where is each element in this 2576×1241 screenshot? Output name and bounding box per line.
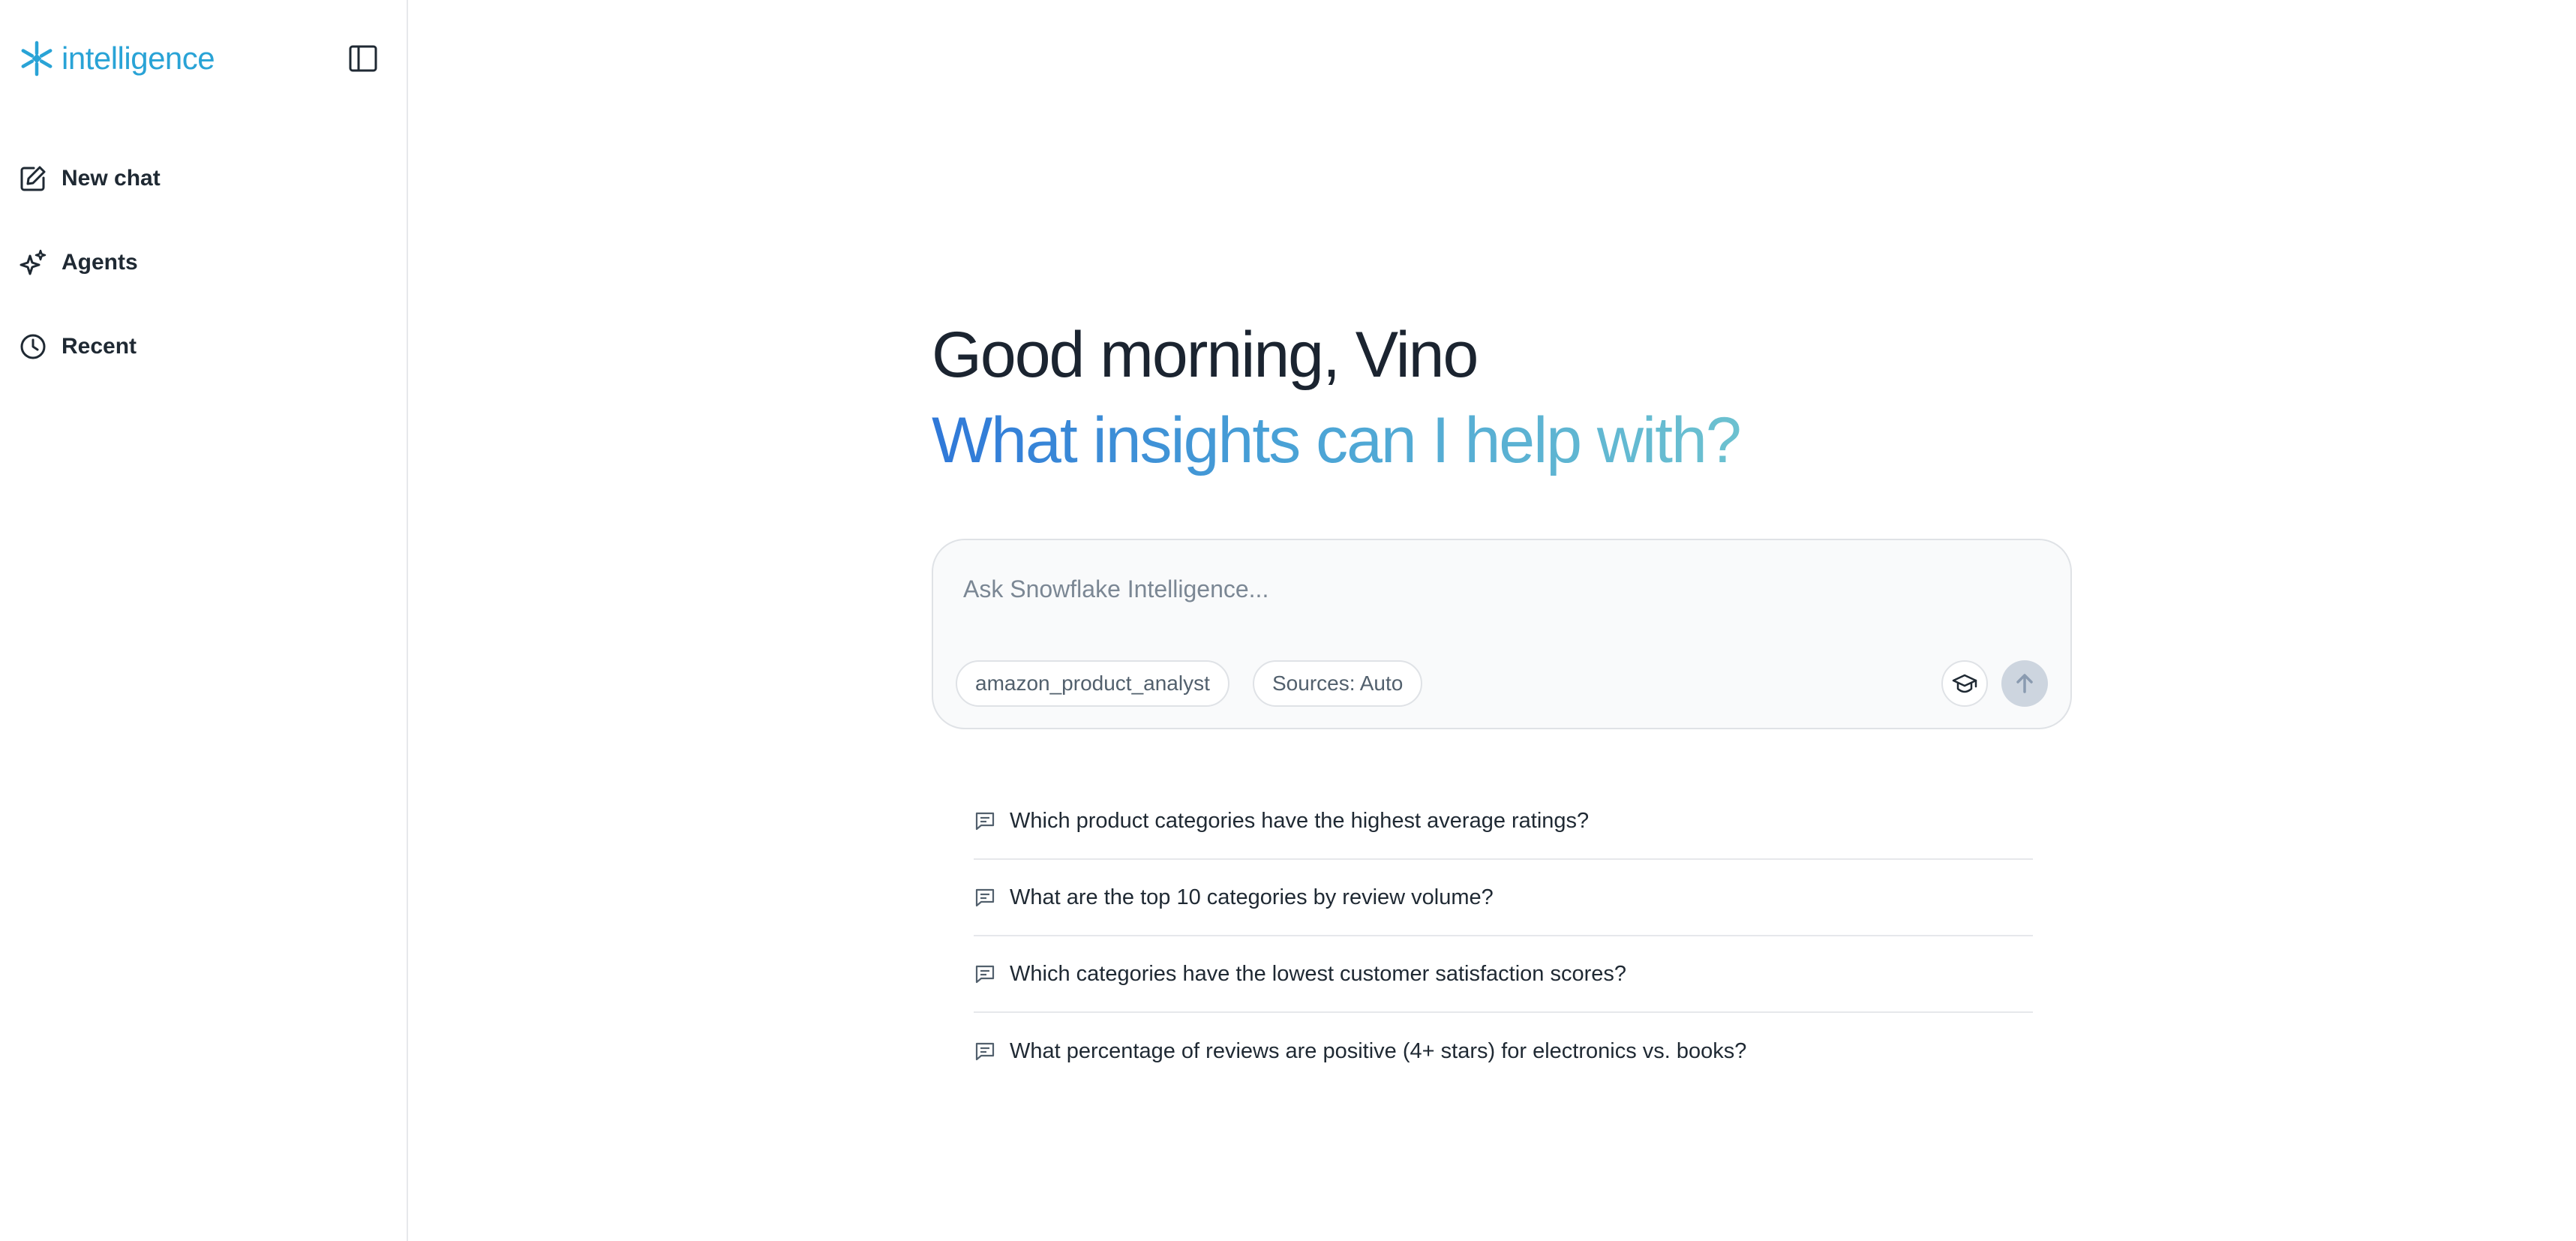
sources-selector-chip[interactable]: Sources: Auto bbox=[1253, 660, 1423, 707]
suggestion-text: What are the top 10 categories by review… bbox=[1010, 885, 1494, 909]
send-button[interactable] bbox=[2001, 660, 2048, 707]
edit-icon bbox=[18, 164, 48, 194]
suggestion-item[interactable]: Which categories have the lowest custome… bbox=[974, 936, 2033, 1013]
chat-bubble-icon bbox=[974, 886, 996, 909]
arrow-up-icon bbox=[2016, 674, 2033, 693]
snowflake-logo-icon bbox=[21, 41, 53, 77]
prompt-input[interactable] bbox=[962, 570, 2015, 608]
sidebar: intelligence New chat Agents Recent bbox=[0, 0, 408, 1241]
suggestion-text: What percentage of reviews are positive … bbox=[1010, 1038, 1747, 1063]
chat-composer: amazon_product_analyst Sources: Auto bbox=[932, 539, 2072, 729]
greeting-title: Good morning, Vino bbox=[932, 319, 1479, 391]
brand-logo[interactable]: intelligence bbox=[18, 36, 215, 81]
suggestion-item[interactable]: What percentage of reviews are positive … bbox=[974, 1013, 2033, 1089]
sparkle-icon bbox=[18, 248, 48, 278]
suggestion-text: Which categories have the lowest custome… bbox=[1010, 961, 1627, 986]
brand-name: intelligence bbox=[62, 41, 215, 76]
chat-bubble-icon bbox=[974, 963, 996, 985]
suggestion-list: Which product categories have the highes… bbox=[974, 783, 2033, 1089]
sidebar-item-new-chat[interactable]: New chat bbox=[18, 158, 390, 200]
sidebar-toggle-button[interactable] bbox=[347, 42, 380, 75]
sidebar-item-label: New chat bbox=[62, 166, 161, 191]
clock-icon bbox=[18, 332, 48, 362]
main-content: Good morning, Vino What insights can I h… bbox=[408, 0, 2576, 1241]
sidebar-item-label: Recent bbox=[62, 334, 137, 359]
sidebar-item-label: Agents bbox=[62, 250, 138, 275]
graduation-cap-icon bbox=[1952, 674, 1977, 693]
suggestion-item[interactable]: What are the top 10 categories by review… bbox=[974, 860, 2033, 936]
suggestion-text: Which product categories have the highes… bbox=[1010, 808, 1590, 833]
greeting-subtitle: What insights can I help with? bbox=[932, 404, 1742, 476]
sidebar-item-agents[interactable]: Agents bbox=[18, 242, 390, 284]
chat-bubble-icon bbox=[974, 1040, 996, 1062]
research-mode-button[interactable] bbox=[1941, 660, 1988, 707]
chat-bubble-icon bbox=[974, 810, 996, 832]
sidebar-panel-icon bbox=[349, 45, 377, 72]
sidebar-nav: New chat Agents Recent bbox=[18, 158, 390, 410]
suggestion-item[interactable]: Which product categories have the highes… bbox=[974, 783, 2033, 860]
agent-selector-chip[interactable]: amazon_product_analyst bbox=[956, 660, 1229, 707]
sidebar-item-recent[interactable]: Recent bbox=[18, 326, 390, 368]
